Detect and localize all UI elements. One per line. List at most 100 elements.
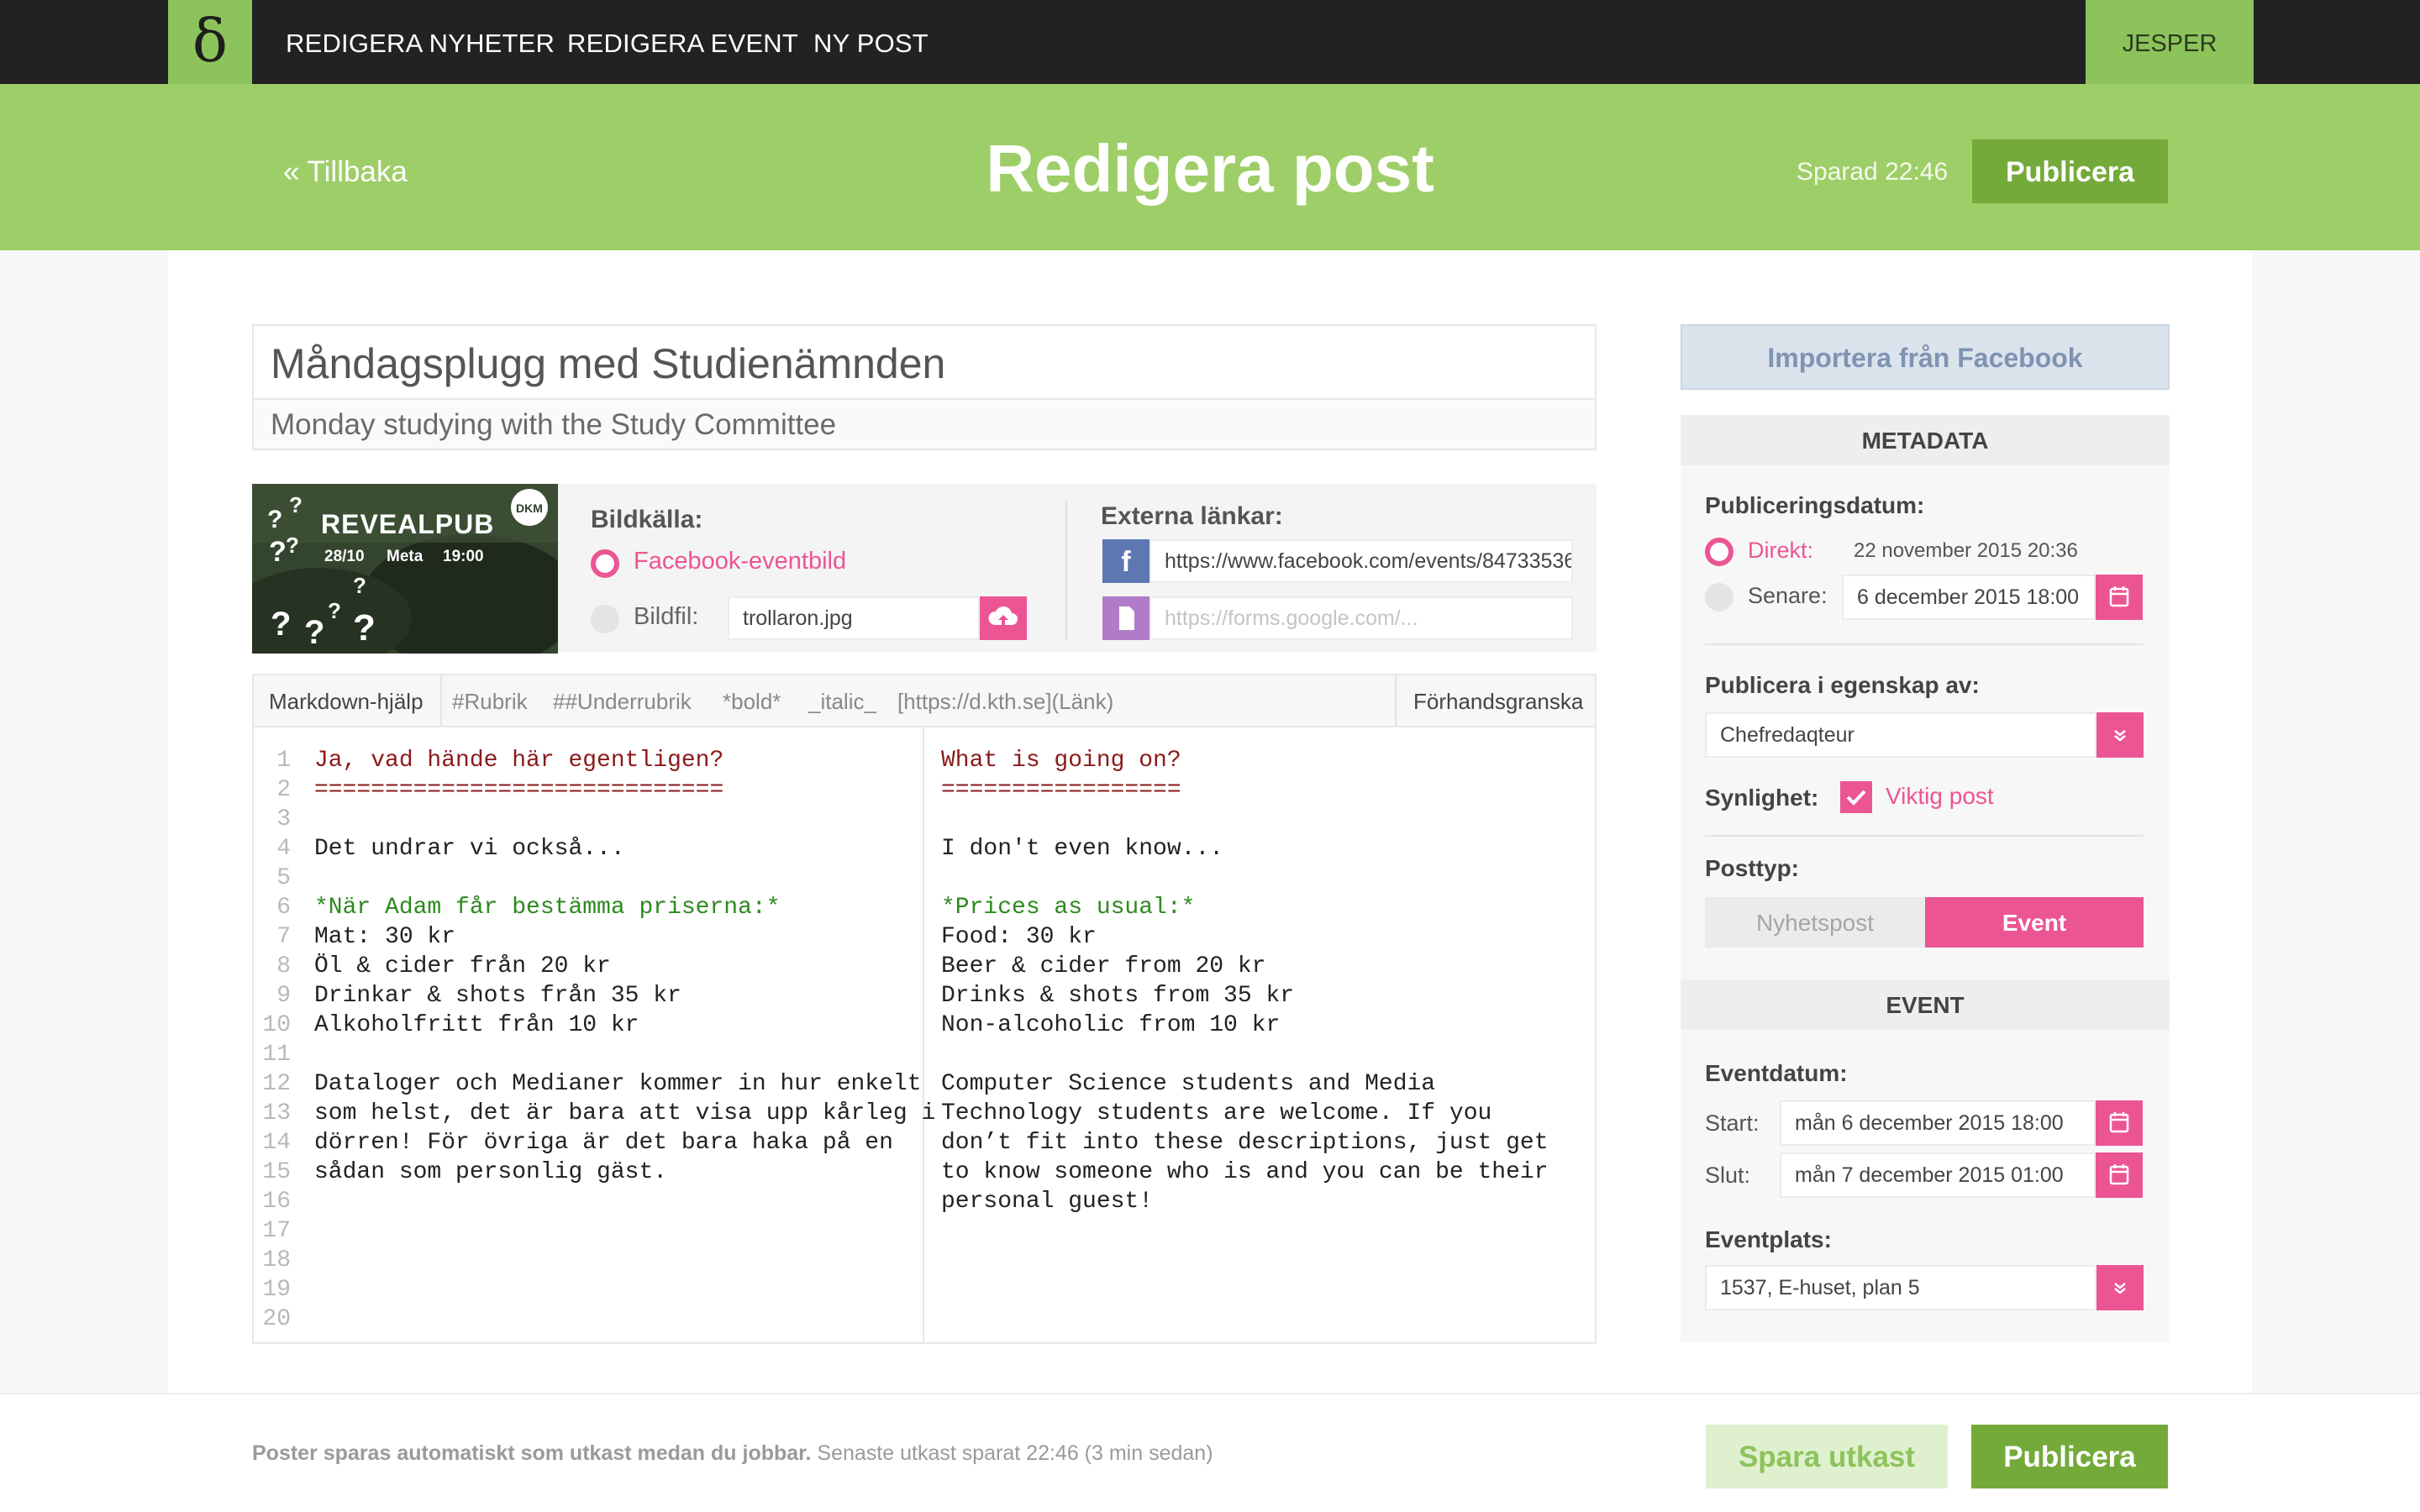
heading-button[interactable]: #Rubrik: [452, 674, 528, 727]
image-file-label: Bildfil:: [634, 603, 699, 630]
preview-button[interactable]: Förhandsgranska: [1413, 674, 1583, 727]
type-event-button[interactable]: Event: [1925, 897, 2144, 948]
editor-swedish-text[interactable]: Ja, vad hände här egentligen? ===========…: [314, 746, 935, 1187]
line-number: 14: [262, 1130, 291, 1156]
image-source-label: Bildkälla:: [591, 506, 703, 533]
code-line: Drinks & shots from 35 kr: [941, 983, 1295, 1009]
start-date-input[interactable]: mån 6 december 2015 18:00: [1780, 1100, 2096, 1146]
import-facebook-button[interactable]: Importera från Facebook: [1681, 324, 2170, 390]
autosave-note-time: Senaste utkast sparat 22:46 (3 min sedan…: [811, 1441, 1213, 1465]
code-line: Ja, vad hände här egentligen?: [314, 748, 724, 774]
radio-later[interactable]: [1705, 583, 1733, 612]
place-select[interactable]: 1537, E-huset, plan 5: [1705, 1265, 2096, 1310]
metadata-heading: METADATA: [1681, 415, 2170, 465]
event-image-date: 28/10: [324, 548, 365, 565]
svg-text:?: ?: [271, 606, 291, 643]
user-menu[interactable]: JESPER: [2086, 0, 2254, 84]
publish-button-top[interactable]: Publicera: [1972, 139, 2168, 203]
facebook-image-label[interactable]: Facebook-eventbild: [634, 548, 846, 575]
editor-english-text[interactable]: What is going on? ================= I don…: [941, 746, 1549, 1216]
line-number: 13: [262, 1100, 291, 1126]
svg-text:?: ?: [289, 492, 302, 517]
role-label: Publicera i egenskap av:: [1705, 672, 1980, 698]
important-post-label[interactable]: Viktig post: [1886, 783, 1994, 810]
code-line: Öl & cider från 20 kr: [314, 953, 611, 979]
later-label: Senare:: [1748, 583, 1828, 608]
document-icon: [1102, 596, 1150, 640]
code-line: don’t fit into these descriptions, just …: [941, 1130, 1549, 1156]
svg-text:?: ?: [304, 614, 324, 651]
svg-text:?: ?: [286, 533, 299, 558]
title-en-input[interactable]: Monday studying with the Study Committee: [252, 398, 1597, 450]
chevron-down-icon[interactable]: [2096, 1265, 2144, 1310]
line-number: 16: [262, 1189, 291, 1215]
direct-label[interactable]: Direkt:: [1748, 538, 1813, 564]
facebook-link-input[interactable]: https://www.facebook.com/events/84733536: [1150, 539, 1573, 583]
nav-redigera-nyheter[interactable]: REDIGERA NYHETER: [286, 0, 555, 84]
pubdate-label: Publiceringsdatum:: [1705, 492, 1925, 518]
back-link[interactable]: « Tillbaka: [283, 84, 408, 250]
later-date-input[interactable]: 6 december 2015 18:00: [1842, 575, 2096, 620]
external-link-input[interactable]: https://forms.google.com/...: [1150, 596, 1573, 640]
event-image-title: REVEALPUB: [321, 509, 495, 539]
autosave-note-bold: Poster sparas automatiskt som utkast med…: [252, 1441, 812, 1465]
code-line: Computer Science students and Media: [941, 1071, 1436, 1097]
nav-ny-post[interactable]: NY POST: [813, 0, 929, 84]
code-line: sådan som personlig gäst.: [314, 1159, 668, 1185]
code-line: *När Adam får bestämma priserna:*: [314, 895, 781, 921]
toolbar-divider: [440, 675, 442, 726]
checkbox-important[interactable]: [1840, 781, 1872, 813]
publish-button-bottom[interactable]: Publicera: [1971, 1425, 2168, 1488]
line-number: 9: [276, 983, 291, 1009]
divider: [1705, 835, 2144, 837]
code-line: Beer & cider from 20 kr: [941, 953, 1266, 979]
code-line: som helst, det är bara att visa upp kårl…: [314, 1100, 936, 1126]
calendar-icon[interactable]: [2096, 1100, 2143, 1146]
chevron-down-icon[interactable]: [2096, 712, 2144, 758]
line-number: 20: [262, 1306, 291, 1332]
line-number: 7: [276, 924, 291, 950]
calendar-icon[interactable]: [2096, 1152, 2143, 1198]
place-label: Eventplats:: [1705, 1226, 1832, 1252]
toolbar-divider: [1395, 675, 1397, 726]
italic-button[interactable]: _italic_: [808, 674, 876, 727]
event-heading: EVENT: [1681, 979, 2170, 1030]
start-label: Start:: [1705, 1110, 1760, 1136]
code-line: *Prices as usual:*: [941, 895, 1196, 921]
code-line: I don't even know...: [941, 836, 1224, 862]
code-line: Dataloger och Medianer kommer in hur enk…: [314, 1071, 922, 1097]
markdown-help-button[interactable]: Markdown-hjälp: [269, 674, 424, 727]
code-line: Technology students are welcome. If you: [941, 1100, 1492, 1126]
divider: [1705, 643, 2144, 645]
end-date-input[interactable]: mån 7 december 2015 01:00: [1780, 1152, 2096, 1198]
code-line: Non-alcoholic from 10 kr: [941, 1012, 1281, 1038]
role-select[interactable]: Chefredaqteur: [1705, 712, 2096, 758]
nav-redigera-event[interactable]: REDIGERA EVENT: [567, 0, 798, 84]
upload-cloud-icon[interactable]: [980, 596, 1027, 640]
code-line: personal guest!: [941, 1189, 1154, 1215]
line-number: 17: [262, 1218, 291, 1244]
code-line: =================: [941, 777, 1181, 803]
radio-facebook-image[interactable]: [591, 549, 619, 578]
calendar-icon[interactable]: [2096, 575, 2143, 620]
svg-text:DKM: DKM: [516, 501, 543, 515]
subheading-button[interactable]: ##Underrubrik: [553, 674, 692, 727]
line-number: 5: [276, 865, 291, 891]
image-file-input[interactable]: trollaron.jpg: [728, 596, 980, 640]
svg-text:?: ?: [328, 598, 341, 623]
radio-direct[interactable]: [1705, 538, 1733, 566]
code-line: to know someone who is and you can be th…: [941, 1159, 1549, 1185]
saved-status: Sparad 22:46: [1797, 158, 1949, 186]
link-button[interactable]: [https://d.kth.se](Länk): [897, 674, 1113, 727]
save-draft-button[interactable]: Spara utkast: [1706, 1425, 1948, 1488]
radio-image-file[interactable]: [591, 605, 619, 633]
line-numbers: 1 2 3 4 5 6 7 8 9 10 11 12 13 14 15 16 17 18 19 20: [257, 746, 291, 1334]
logo[interactable]: δ: [168, 0, 252, 84]
posttype-label: Posttyp:: [1705, 855, 1799, 881]
type-news-button[interactable]: Nyhetspost: [1705, 897, 1925, 948]
title-sv-input[interactable]: Måndagsplugg med Studienämnden: [252, 324, 1597, 400]
bold-button[interactable]: *bold*: [723, 674, 781, 727]
autosave-note: Poster sparas automatiskt som utkast med…: [252, 1441, 1213, 1466]
